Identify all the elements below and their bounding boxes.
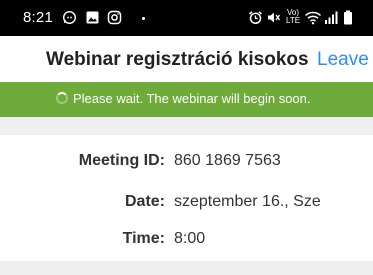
- date-value: szeptember 16., Sze: [174, 193, 321, 210]
- volte-label: Vo) LTE: [286, 8, 301, 25]
- leave-button[interactable]: Leave: [317, 49, 369, 71]
- date-label: Date:: [124, 193, 165, 210]
- loading-spinner-icon: [56, 92, 68, 104]
- notification-dot: [142, 17, 145, 20]
- date-row: Date: szeptember 16., Sze: [0, 192, 373, 214]
- mute-icon: [266, 10, 281, 30]
- meeting-header: Webinar regisztráció kisokos Leave: [0, 36, 373, 82]
- alarm-icon: [248, 10, 263, 30]
- signal-icon: [324, 10, 338, 30]
- status-bar: 8:21 Vo) LTE: [0, 0, 373, 36]
- meeting-id-value: 860 1869 7563: [174, 152, 281, 169]
- time-value: 8:00: [174, 230, 206, 247]
- status-time: 8:21: [23, 9, 53, 26]
- meeting-id-row: Meeting ID: 860 1869 7563: [0, 151, 373, 173]
- waiting-message: Please wait. The webinar will begin soon…: [73, 91, 311, 106]
- section-divider-bottom: [0, 261, 373, 275]
- time-label: Time:: [122, 230, 165, 247]
- battery-icon: [343, 10, 353, 30]
- wifi-icon: [304, 10, 322, 30]
- meeting-id-label: Meeting ID:: [78, 152, 165, 169]
- time-row: Time: 8:00: [0, 229, 373, 251]
- whatsapp-icon: [62, 10, 77, 30]
- image-icon: [85, 10, 100, 30]
- instagram-icon: [107, 10, 122, 30]
- section-divider: [0, 117, 373, 135]
- page-title: Webinar regisztráció kisokos: [46, 49, 309, 70]
- waiting-banner: Please wait. The webinar will begin soon…: [0, 82, 373, 117]
